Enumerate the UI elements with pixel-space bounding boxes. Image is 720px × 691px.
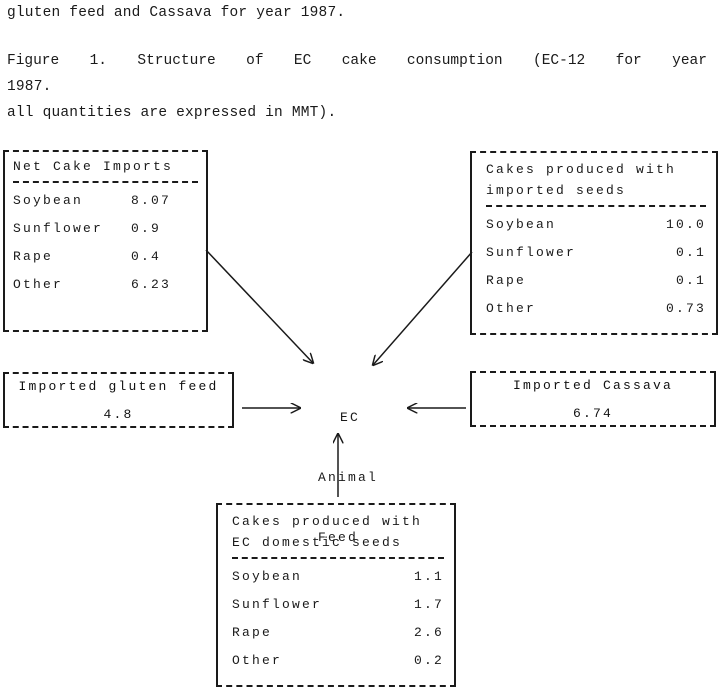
caption-word-structure: Structure (137, 53, 216, 69)
figure-caption: gluten feed and Cassava for year 1987. F… (7, 0, 713, 126)
box-imported-gluten-feed: Imported gluten feed 4.8 (3, 372, 234, 428)
row-value: 8.07 (131, 193, 172, 208)
table-row: Sunflower 0.9 (13, 215, 198, 243)
box-cakes-imported-seeds-divider (486, 205, 706, 207)
row-label: Other (13, 277, 64, 292)
box-net-cake-imports: Net Cake Imports Soybean 8.07 Sunflower … (3, 150, 208, 332)
table-row: Other 0.2 (232, 647, 444, 675)
box-cakes-imported-seeds-title-line-1: Cakes produced with (486, 162, 677, 177)
box-imported-cassava: Imported Cassava 6.74 (470, 371, 716, 427)
hub-label-line-2: Animal (318, 470, 379, 485)
row-label: Rape (486, 273, 527, 288)
row-value: 0.1 (675, 273, 706, 288)
box-cakes-imported-seeds: Cakes produced with imported seeds Soybe… (470, 151, 718, 335)
row-value: 0.1 (675, 245, 706, 260)
caption-word-ec: EC (293, 53, 312, 69)
caption-word-figure: Figure (7, 53, 60, 69)
caption-line-2: Figure 1. Structure of EC cake consumpti… (7, 48, 707, 74)
table-row: Rape 2.6 (232, 619, 444, 647)
row-value: 2.6 (413, 625, 444, 640)
hub-label-line-3: Feed (318, 530, 359, 545)
caption-word-consumption: consumption (406, 53, 503, 69)
table-row: Other 0.73 (486, 295, 706, 323)
box-imported-cassava-title: Imported Cassava (512, 378, 674, 393)
box-net-cake-imports-title: Net Cake Imports (13, 159, 174, 174)
table-row: Other 6.23 (13, 271, 198, 299)
hub-label-ec-animal-feed: EC Animal Feed (318, 368, 382, 568)
table-row: Sunflower 1.7 (232, 591, 444, 619)
row-label: Other (232, 653, 283, 668)
caption-word-of: of (246, 53, 264, 69)
hub-label-line-1: EC (339, 410, 360, 425)
row-value: 0.4 (131, 249, 162, 264)
table-row: Soybean 10.0 (486, 211, 706, 239)
table-row: Rape 0.1 (486, 267, 706, 295)
row-value: 1.7 (413, 597, 444, 612)
row-label: Sunflower (13, 221, 104, 236)
row-value: 10.0 (665, 217, 706, 232)
arrow-imported-seeds-to-hub (373, 251, 473, 365)
table-row: Rape 0.4 (13, 243, 198, 271)
box-imported-cassava-value: 6.74 (572, 406, 613, 421)
box-imported-gluten-feed-title: Imported gluten feed (18, 379, 219, 394)
row-label: Rape (13, 249, 54, 264)
row-value: 6.23 (131, 277, 172, 292)
box-imported-gluten-feed-value: 4.8 (103, 407, 134, 422)
table-row: Soybean 8.07 (13, 187, 198, 215)
row-label: Soybean (232, 569, 303, 584)
caption-word-number: 1. (89, 53, 108, 69)
caption-line-3: 1987. (7, 79, 52, 95)
caption-word-year: year (672, 53, 707, 69)
row-value: 0.9 (131, 221, 162, 236)
box-cakes-imported-seeds-rows: Soybean 10.0 Sunflower 0.1 Rape 0.1 Othe… (486, 211, 706, 323)
row-label: Sunflower (232, 597, 323, 612)
row-value: 0.2 (413, 653, 444, 668)
row-label: Soybean (486, 217, 557, 232)
caption-word-for: for (615, 53, 642, 69)
row-value: 1.1 (413, 569, 444, 584)
box-net-cake-imports-rows: Soybean 8.07 Sunflower 0.9 Rape 0.4 Othe… (13, 187, 198, 299)
caption-line-4: all quantities are expressed in MMT). (7, 105, 337, 121)
row-label: Soybean (13, 193, 84, 208)
caption-line-1: gluten feed and Cassava for year 1987. (7, 5, 346, 21)
caption-word-cake: cake (341, 53, 377, 69)
row-value: 0.73 (665, 301, 706, 316)
box-cakes-domestic-seeds-rows: Soybean 1.1 Sunflower 1.7 Rape 2.6 Other… (232, 563, 444, 675)
row-label: Rape (232, 625, 273, 640)
box-cakes-imported-seeds-title-line-2: imported seeds (486, 183, 627, 198)
box-net-cake-imports-divider (13, 181, 198, 183)
caption-word-ec12: (EC-12 (533, 53, 586, 69)
row-label: Sunflower (486, 245, 577, 260)
table-row: Sunflower 0.1 (486, 239, 706, 267)
row-label: Other (486, 301, 537, 316)
arrow-net-imports-to-hub (205, 249, 313, 363)
